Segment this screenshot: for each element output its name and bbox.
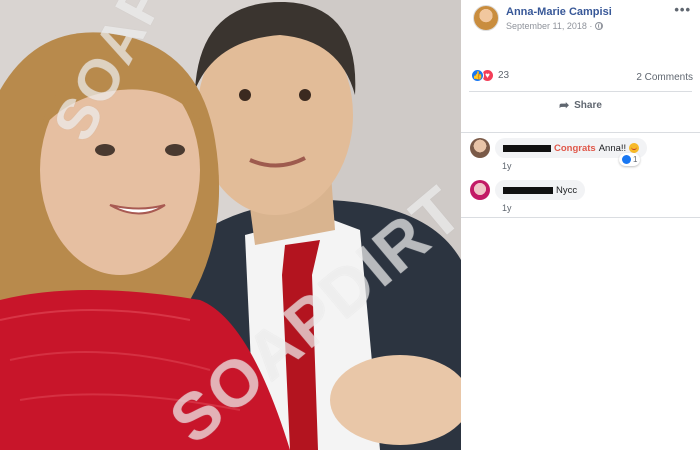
divider — [461, 217, 700, 218]
reaction-summary[interactable]: 👍 ♥ 23 — [471, 69, 509, 82]
commenter-avatar[interactable] — [470, 138, 490, 158]
comment-highlight-text: Congrats — [554, 142, 596, 154]
redacted-name-bar — [503, 144, 551, 152]
post-photo[interactable]: SOAPDIRT SOAPDIRT — [0, 0, 461, 450]
share-button[interactable]: ➦ Share — [469, 92, 692, 118]
comment-text: Anna!! — [598, 142, 627, 154]
share-icon: ➦ — [559, 98, 570, 112]
comment-item: Nycc 1y — [470, 180, 695, 214]
author-name[interactable]: Anna-Marie Campisi — [506, 6, 612, 18]
comment-reaction-count: 1 — [633, 155, 638, 164]
comment-count-link[interactable]: 2 Comments — [636, 72, 693, 83]
author-avatar[interactable] — [473, 5, 499, 31]
like-icon: 👍 — [471, 69, 484, 82]
post-date-text: September 11, 2018 · — [506, 21, 593, 31]
comment-timestamp[interactable]: 1y — [502, 161, 512, 171]
reaction-count: 23 — [498, 70, 510, 81]
comment-reaction-badge[interactable]: 1 — [619, 153, 641, 166]
redacted-name-bar — [503, 186, 553, 194]
heart-eyes-emoji-icon — [629, 143, 640, 153]
comment-timestamp[interactable]: 1y — [502, 203, 512, 213]
comment-bubble: Nycc — [495, 180, 586, 200]
globe-icon — [595, 22, 604, 30]
like-icon — [622, 155, 631, 164]
more-options-icon[interactable]: ••• — [674, 2, 691, 17]
comment-text: Nycc — [556, 184, 578, 196]
commenter-avatar[interactable] — [470, 180, 490, 200]
post-detail-panel: Anna-Marie Campisi September 11, 2018 · … — [461, 0, 700, 450]
divider — [461, 132, 700, 133]
comment-item: Congrats Anna!! 1 1y — [470, 138, 695, 172]
post-header: Anna-Marie Campisi September 11, 2018 · … — [461, 0, 700, 40]
post-date[interactable]: September 11, 2018 · — [506, 21, 604, 31]
share-label: Share — [574, 99, 602, 111]
